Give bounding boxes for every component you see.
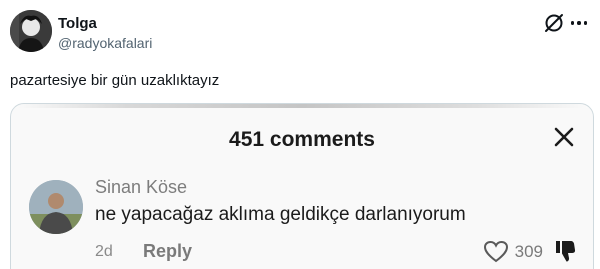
more-options-icon[interactable] [568,13,590,33]
tweet-text: pazartesiye bir gün uzaklıktayız [10,72,220,89]
comment-time: 2d [95,243,113,260]
tweet-header: Tolga @radyokafalari [10,10,590,56]
screenshot-top-edge [11,104,593,108]
grok-icon[interactable] [543,12,565,34]
commenter-name: Sinan Köse [95,177,188,197]
comment-text: ne yapacağaz aklıma geldikçe darlanıyoru… [95,204,466,225]
embedded-screenshot[interactable]: 451 comments Sinan Köse ne yapacağaz akl… [10,103,594,269]
heart-icon [483,240,509,264]
like-count: 309 [514,242,543,261]
reply-label: Reply [143,241,193,261]
close-icon [553,126,575,148]
comments-title: 451 comments [229,128,375,151]
author-avatar[interactable] [10,10,52,52]
author-name[interactable]: Tolga [58,15,97,32]
commenter-avatar [29,180,83,234]
author-handle[interactable]: @radyokafalari [58,35,152,51]
thumbs-down-icon [553,238,577,264]
